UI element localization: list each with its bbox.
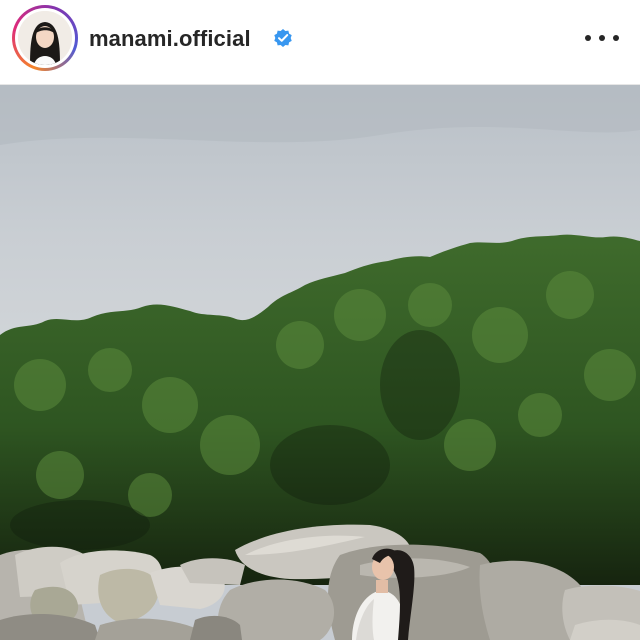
post-header: manami.official [0,0,640,85]
post-image[interactable] [0,85,640,640]
more-dot [585,35,591,41]
avatar-story-ring[interactable] [12,5,78,71]
more-dot [599,35,605,41]
avatar-border [15,8,75,68]
more-options-button[interactable] [585,26,619,50]
avatar[interactable] [18,11,72,65]
more-dot [613,35,619,41]
post-photo [0,85,640,640]
username[interactable]: manami.official [89,26,251,52]
avatar-image [18,11,72,65]
verified-badge-icon [274,29,292,47]
